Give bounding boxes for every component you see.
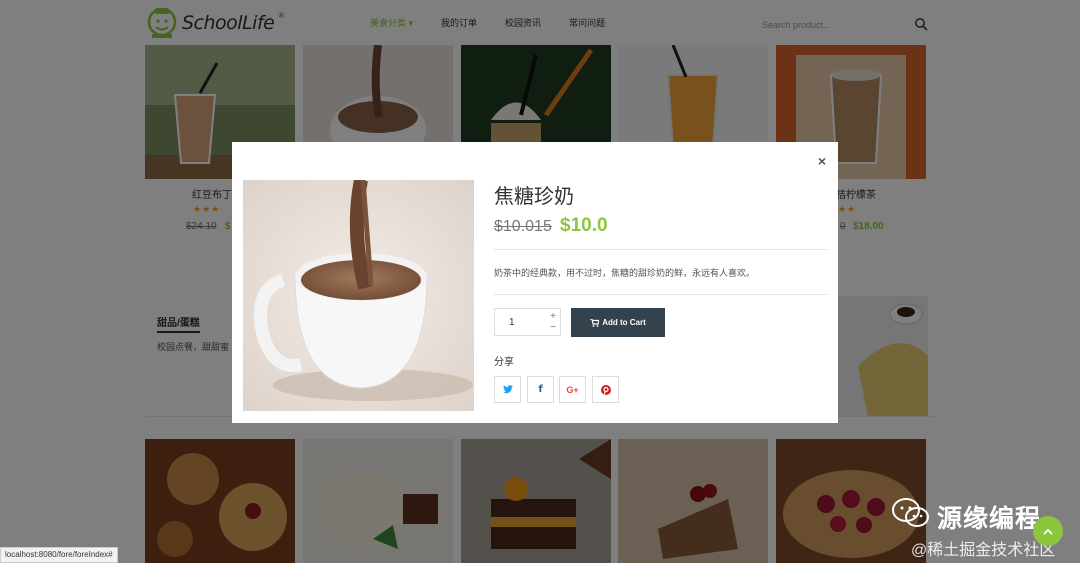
chevron-up-icon xyxy=(1043,528,1053,535)
divider xyxy=(494,294,828,295)
cart-icon xyxy=(590,318,600,327)
facebook-icon: f xyxy=(538,384,543,395)
google-plus-icon: G+ xyxy=(566,384,579,395)
product-title: 焦糖珍奶 xyxy=(494,186,574,208)
twitter-icon xyxy=(502,385,513,394)
product-price: $10.0 xyxy=(560,215,608,236)
add-to-cart-button[interactable]: Add to Cart xyxy=(571,308,665,337)
quick-view-modal: × 焦糖珍奶 $10.015 $10.0 奶茶中的经典款，用不过时，焦糖的甜珍奶… xyxy=(232,142,838,423)
google-plus-share-button[interactable]: G+ xyxy=(559,376,586,403)
share-label: 分享 xyxy=(494,357,514,368)
divider xyxy=(494,249,828,250)
decrement-button[interactable]: − xyxy=(550,322,556,333)
twitter-share-button[interactable] xyxy=(494,376,521,403)
back-to-top-button[interactable] xyxy=(1033,516,1063,546)
pinterest-icon xyxy=(600,384,611,395)
facebook-share-button[interactable]: f xyxy=(527,376,554,403)
wechat-icon xyxy=(892,498,929,527)
quantity-input[interactable]: 1 xyxy=(509,317,515,328)
product-old-price: $10.015 xyxy=(494,218,552,235)
add-to-cart-label: Add to Cart xyxy=(602,318,646,327)
product-description: 奶茶中的经典款，用不过时，焦糖的甜珍奶的鲜，永远有人喜欢。 xyxy=(494,268,756,278)
increment-button[interactable]: + xyxy=(550,311,556,322)
product-image-caramel-milk-tea xyxy=(243,180,474,411)
browser-status-url: localhost:8080/fore/foreIndex# xyxy=(0,547,118,563)
watermark-title: 源缘编程 xyxy=(937,505,1042,533)
quantity-stepper[interactable]: 1 + − xyxy=(494,308,561,336)
close-icon[interactable]: × xyxy=(818,154,826,168)
pinterest-share-button[interactable] xyxy=(592,376,619,403)
watermark-subtitle: @稀土掘金技术社区 xyxy=(911,542,1056,559)
page: SchoolLife ® 美食分类 ▾ 我的订单 校园资讯 常问问题 Searc… xyxy=(0,0,1080,563)
